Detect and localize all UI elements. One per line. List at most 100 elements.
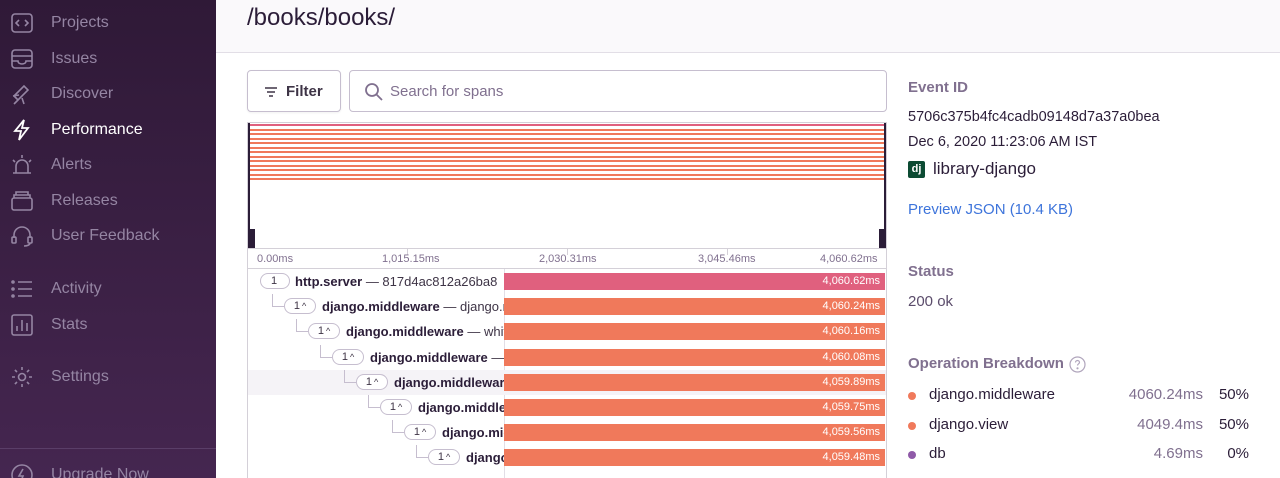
span-toggle-button[interactable]: 1 ^ [308, 323, 340, 340]
search-input[interactable] [390, 79, 870, 103]
upgrade-now-button[interactable]: Upgrade Now [0, 459, 216, 478]
minimap-span-line [250, 160, 886, 162]
event-id-label: Event ID [908, 79, 969, 96]
span-op: django.middleware [466, 450, 504, 466]
span-duration-bar[interactable]: 4,059.56ms [504, 424, 885, 442]
filter-label: Filter [286, 83, 323, 100]
span-row[interactable]: 1 http.server — 817d4ac812a26ba8 4,060.62m… [248, 269, 886, 294]
tree-connector [368, 395, 369, 407]
sidebar-item-activity[interactable]: Activity [0, 273, 216, 305]
breakdown-op-name: django.view [929, 416, 1009, 433]
span-duration-bar[interactable]: 4,060.16ms [504, 323, 885, 341]
minimap-span-line [250, 142, 886, 144]
span-desc: — 817d4ac812a26ba8 [362, 274, 498, 289]
sidebar-item-label: Performance [51, 121, 143, 138]
span-duration-bar[interactable]: 4,059.75ms [504, 399, 885, 416]
span-op: django.middleware [322, 299, 440, 315]
span-children-count: 1 [270, 275, 278, 287]
filter-button[interactable]: Filter [247, 70, 341, 112]
sidebar-item-alerts[interactable]: Alerts [0, 149, 216, 181]
span-toggle-button[interactable]: 1 ^ [332, 348, 364, 365]
sidebar-item-label: Releases [51, 192, 118, 209]
span-duration-bar[interactable]: 4,059.89ms [504, 373, 885, 391]
span-toggle-button[interactable]: 1 ^ [356, 373, 388, 390]
question-mark-icon[interactable] [1069, 356, 1086, 373]
span-row[interactable]: 1^ django.middleware — django.middleware.… [248, 294, 886, 319]
minimap-span-line [250, 124, 886, 126]
minimap-span-line [250, 169, 886, 171]
span-duration-label: 4,059.89ms [822, 375, 880, 388]
span-toggle-button[interactable]: 1 ^ [380, 399, 412, 415]
preview-json-link[interactable]: Preview JSON (10.4 KB) [908, 201, 1073, 218]
span-row[interactable]: 1^ django.middleware — django.middleware.… [248, 395, 886, 420]
sidebar-item-issues[interactable]: Issues [0, 43, 216, 75]
span-children-count: 1 [293, 300, 300, 313]
legend-dot [908, 422, 916, 430]
breakdown-row: django.view 4049.4ms 50% [908, 414, 1258, 436]
sidebar-item-projects[interactable]: Projects [0, 7, 216, 39]
span-op: django.middleware [418, 400, 504, 415]
span-duration-bar[interactable]: 4,060.08ms [504, 348, 885, 366]
sidebar-item-label: Activity [51, 280, 102, 297]
breakdown-percent: 50% [1218, 386, 1249, 403]
minimap-span-line [250, 178, 886, 180]
minimap-span-line [250, 146, 886, 149]
sidebar-item-stats[interactable]: Stats [0, 309, 216, 341]
sidebar-item-settings[interactable]: Settings [0, 361, 216, 393]
span-children-count: 1 [413, 426, 420, 439]
upgrade-now-label: Upgrade Now [51, 466, 149, 478]
sidebar-item-label: User Feedback [51, 227, 160, 244]
span-duration-bar[interactable]: 4,060.24ms [504, 298, 885, 316]
span-row[interactable]: 1^ django.middleware — django.contrib.aut… [248, 420, 886, 445]
chevron-up-icon: ^ [325, 326, 331, 337]
span-row-label-area: 1^ django.middleware — django.middleware.… [248, 369, 504, 395]
span-desc: — whitenoise.middleware.WhiteNoiseMiddle… [467, 324, 504, 340]
span-toggle-button[interactable]: 1 ^ [404, 424, 436, 441]
minimap-left-handle[interactable] [248, 229, 255, 248]
ruler-tick: 3,045.46ms [698, 253, 756, 265]
span-row[interactable]: 1^ django.middleware — django.contrib.ses… [248, 344, 886, 370]
span-description: django.middleware — django.contrib.sessi… [370, 350, 504, 365]
alerts-icon [12, 155, 32, 174]
span-toggle-button[interactable]: 1 [260, 273, 290, 289]
tree-connector [344, 381, 356, 383]
breakdown-duration: 4.69ms [1153, 445, 1203, 462]
trace-minimap[interactable] [247, 122, 887, 248]
sidebar-item-label: Issues [51, 50, 98, 67]
sidebar-item-releases[interactable]: Releases [0, 185, 216, 217]
minimap-span-line [250, 128, 886, 131]
breakdown-duration: 4060.24ms [1128, 386, 1203, 403]
legend-dot [908, 451, 916, 459]
span-duration-label: 4,060.16ms [822, 325, 880, 338]
span-duration-bar[interactable]: 4,059.48ms [504, 449, 885, 467]
span-duration-label: 4,060.24ms [822, 300, 880, 313]
span-duration-bar[interactable]: 4,060.62ms [504, 273, 885, 290]
span-duration-label: 4,059.56ms [822, 426, 880, 439]
span-row[interactable]: 1^ django.middleware — whitenoise.middlew… [248, 319, 886, 344]
span-search [349, 70, 887, 112]
span-row[interactable]: 1^ django.middleware — django.middleware.… [248, 369, 886, 395]
span-description: django.middleware — django.middleware.cs… [418, 400, 504, 415]
sidebar-item-label: Stats [51, 316, 88, 333]
event-id-value: 5706c375b4fc4cadb09148d7a37a0bea [908, 109, 1160, 125]
sidebar-item-discover[interactable]: Discover [0, 78, 216, 110]
span-row[interactable]: 1^ django.middleware — django.contrib.mes… [248, 445, 886, 470]
span-children-count: 1 [341, 350, 348, 363]
sidebar-item-label: Discover [51, 85, 114, 102]
sidebar: Projects Issues Discover Performance Ale… [0, 0, 216, 478]
sidebar-item-user-feedback[interactable]: User Feedback [0, 220, 216, 252]
span-toggle-button[interactable]: 1 ^ [428, 449, 460, 466]
filter-icon [265, 87, 277, 97]
sidebar-item-performance[interactable]: Performance [0, 114, 216, 146]
span-toggle-button[interactable]: 1 ^ [284, 298, 316, 315]
minimap-right-handle[interactable] [879, 229, 886, 248]
projects-icon [11, 13, 33, 33]
tree-connector [392, 420, 393, 433]
span-children-count: 1 [365, 375, 372, 388]
tree-connector [320, 356, 332, 358]
span-row-label-area: 1^ django.middleware — whitenoise.middlew… [248, 319, 504, 344]
span-description: django.middleware — whitenoise.middlewar… [346, 324, 504, 339]
tree-connector [416, 457, 428, 459]
tree-connector [416, 445, 417, 458]
tree-connector [344, 369, 345, 382]
